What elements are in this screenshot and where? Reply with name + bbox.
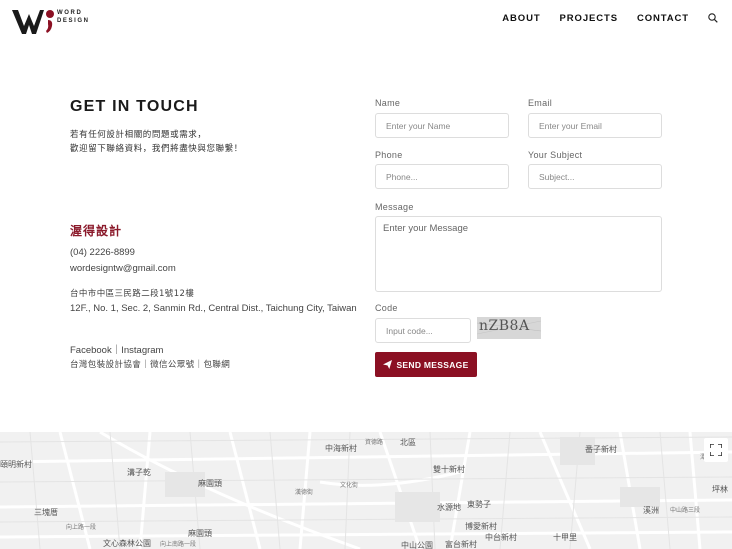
map-label: 水源地: [437, 503, 461, 512]
logo-wordmark: WORD DESIGN: [57, 9, 90, 25]
social-links[interactable]: Facebook｜Instagram: [70, 342, 163, 356]
paper-plane-icon: [383, 360, 393, 369]
address-en: 12F., No. 1, Sec. 2, Sanmin Rd., Central…: [70, 303, 357, 314]
map-label: 漢德街: [295, 489, 314, 496]
nav-about[interactable]: ABOUT: [502, 13, 540, 24]
map-label: 麻園頭: [198, 479, 222, 488]
nav-projects[interactable]: PROJECTS: [560, 13, 618, 24]
map-label: 麻園頭: [188, 529, 212, 538]
map-label: 雙十新村: [433, 465, 465, 474]
map-label: 中海新村: [325, 444, 357, 453]
code-label: Code: [375, 303, 398, 313]
map-label: 溪洲: [643, 506, 659, 515]
phone-input[interactable]: [375, 164, 509, 189]
map-label: 文心森林公園: [103, 539, 151, 548]
intro-line-1: 若有任何設計相關的問題或需求，: [70, 130, 207, 140]
send-message-label: SEND MESSAGE: [396, 359, 469, 370]
map-label: 十甲里: [553, 533, 577, 542]
message-label: Message: [375, 202, 414, 212]
email-address[interactable]: wordesigntw@gmail.com: [70, 263, 176, 274]
intro-text: 若有任何設計相關的問題或需求， 歡迎留下聯絡資料，我們將盡快與您聯繫！: [70, 128, 243, 156]
logo-mark-icon: [12, 10, 54, 34]
code-input[interactable]: [375, 318, 471, 343]
send-message-button[interactable]: SEND MESSAGE: [375, 352, 477, 377]
captcha-image[interactable]: nZB8A: [477, 317, 541, 339]
map-label: 向上路一段: [66, 524, 97, 531]
logo-word-line2: DESIGN: [57, 18, 90, 24]
map-label: 中山公園: [401, 541, 433, 549]
fullscreen-icon: [710, 444, 722, 456]
association-links[interactable]: 台灣包裝設計協會｜微信公眾號｜包聯網: [70, 358, 230, 370]
name-label: Name: [375, 98, 401, 108]
map-label: 文化街: [340, 482, 359, 489]
map-streets: [0, 432, 732, 549]
nav-contact[interactable]: CONTACT: [637, 13, 689, 24]
map-label: 溝子乾: [127, 468, 151, 477]
map-label: 北區: [400, 438, 416, 447]
map-label: 資德路: [365, 439, 384, 446]
map-label: 坪林: [712, 485, 728, 494]
company-name: 渥得設計: [70, 224, 123, 238]
captcha-text: nZB8A: [479, 318, 530, 334]
subject-input[interactable]: [528, 164, 662, 189]
map-label: 博愛新村: [465, 522, 497, 531]
site-header: WORD DESIGN ABOUT PROJECTS CONTACT: [0, 0, 732, 42]
message-textarea[interactable]: [375, 216, 662, 292]
map-label: 番子新村: [585, 445, 617, 454]
page-title: GET IN TOUCH: [70, 98, 199, 115]
name-input[interactable]: [375, 113, 509, 138]
map-label: 東勢子: [467, 500, 491, 509]
site-logo[interactable]: WORD DESIGN: [10, 6, 100, 36]
address-zh: 台中市中區三民路二段1號12樓: [70, 289, 195, 299]
intro-line-2: 歡迎留下聯絡資料，我們將盡快與您聯繫！: [70, 144, 243, 154]
main-nav: ABOUT PROJECTS CONTACT: [502, 12, 732, 24]
location-map[interactable]: 中海新村 資德路 北區 番子新村 頤明新村 溝子乾 麻園頭 雙十新村 潭子 文化…: [0, 432, 732, 549]
fullscreen-button[interactable]: [704, 438, 728, 462]
phone-label: Phone: [375, 150, 403, 160]
email-input[interactable]: [528, 113, 662, 138]
map-label: 三塊厝: [34, 508, 58, 517]
map-label: 中山路三段: [670, 507, 701, 514]
map-label: 向上南路一段: [160, 541, 197, 548]
email-label: Email: [528, 98, 553, 108]
map-label: 中台新村: [485, 533, 517, 542]
phone-number[interactable]: (04) 2226-8899: [70, 247, 135, 258]
map-label: 富台新村: [445, 540, 477, 549]
subject-label: Your Subject: [528, 150, 583, 160]
search-icon[interactable]: [708, 12, 718, 23]
logo-word-line1: WORD: [57, 10, 83, 16]
map-label: 頤明新村: [0, 460, 32, 469]
